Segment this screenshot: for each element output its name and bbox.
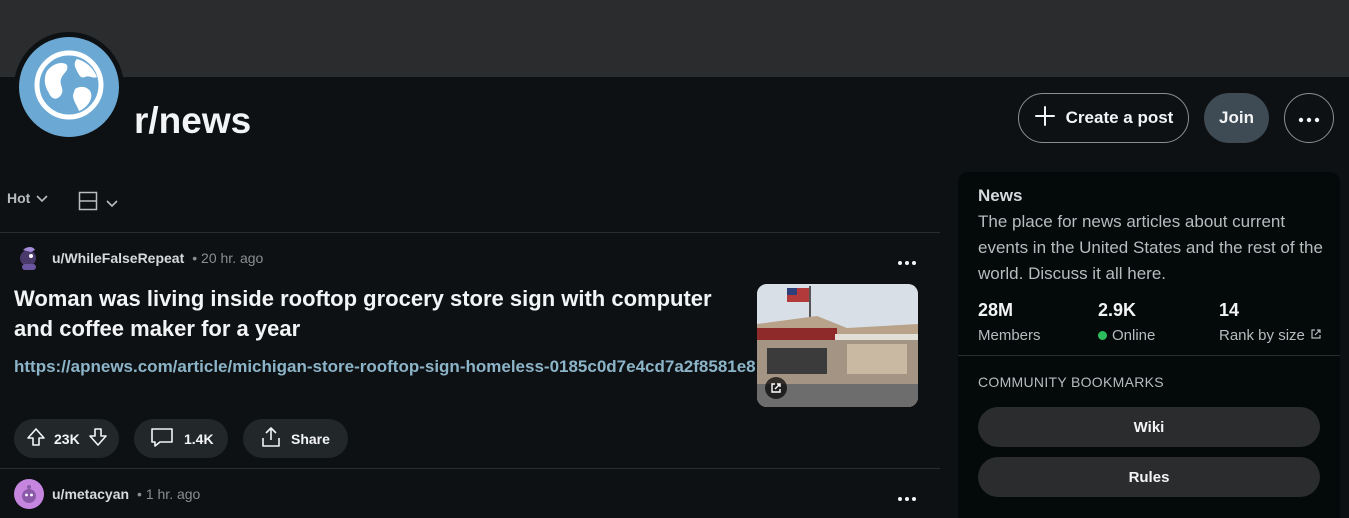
more-options-button[interactable] xyxy=(1284,93,1334,143)
community-sidebar: News The place for news articles about c… xyxy=(958,172,1340,518)
sort-label: Hot xyxy=(7,190,31,206)
stat-value: 14 xyxy=(1219,300,1240,320)
external-link-icon xyxy=(1310,327,1322,344)
post-options-button[interactable] xyxy=(897,482,917,508)
stat-label: Rank by size xyxy=(1219,327,1305,344)
community-name: r/news xyxy=(134,100,252,141)
feed-divider xyxy=(0,232,940,233)
chevron-down-icon xyxy=(106,195,118,213)
post-author[interactable]: u/WhileFalseRepeat xyxy=(52,250,184,266)
post-link[interactable]: https://apnews.com/article/michigan-stor… xyxy=(14,357,756,377)
create-post-label: Create a post xyxy=(1065,108,1174,127)
chevron-down-icon xyxy=(36,190,48,206)
post-options-button[interactable] xyxy=(897,246,917,272)
external-link-icon xyxy=(765,377,787,399)
post-time: • 20 hr. ago xyxy=(192,250,264,266)
create-post-button[interactable]: Create a post xyxy=(1018,93,1189,143)
stat-members: 28M Members xyxy=(978,300,1041,344)
avatar[interactable] xyxy=(14,479,44,509)
community-banner xyxy=(0,0,1349,77)
comment-count: 1.4K xyxy=(184,430,214,447)
comments-button[interactable]: 1.4K xyxy=(134,419,228,458)
more-horizontal-icon xyxy=(1298,108,1320,128)
stat-online: 2.9K Online xyxy=(1098,300,1155,344)
post-author[interactable]: u/metacyan xyxy=(52,486,129,502)
plus-icon xyxy=(1034,105,1056,132)
view-dropdown[interactable] xyxy=(78,191,118,216)
community-avatar xyxy=(14,32,124,142)
post-time: • 1 hr. ago xyxy=(137,486,201,502)
comment-icon xyxy=(150,426,174,451)
bookmark-wiki-button[interactable]: Wiki xyxy=(978,407,1320,447)
globe-icon xyxy=(33,49,105,126)
sidebar-description: The place for news articles about curren… xyxy=(978,212,1323,283)
sort-dropdown[interactable]: Hot xyxy=(7,190,48,206)
stat-value: 28M xyxy=(978,300,1014,320)
bookmarks-heading: COMMUNITY BOOKMARKS xyxy=(978,374,1164,390)
bookmark-rules-button[interactable]: Rules xyxy=(978,457,1320,497)
stat-label: Members xyxy=(978,327,1041,344)
post-meta: u/metacyan • 1 hr. ago xyxy=(14,479,200,509)
join-button[interactable]: Join xyxy=(1204,93,1269,143)
post-meta: u/WhileFalseRepeat • 20 hr. ago xyxy=(14,243,263,273)
avatar[interactable] xyxy=(14,243,44,273)
post-title[interactable]: Woman was living inside rooftop grocery … xyxy=(14,284,754,344)
downvote-icon[interactable] xyxy=(88,427,108,450)
upvote-icon[interactable] xyxy=(26,427,46,450)
share-button[interactable]: Share xyxy=(243,419,348,458)
vote-count: 23K xyxy=(54,430,80,447)
share-label: Share xyxy=(291,430,330,447)
sidebar-divider xyxy=(958,355,1340,356)
sidebar-title: News xyxy=(978,186,1023,205)
share-icon xyxy=(259,425,283,452)
post-thumbnail[interactable] xyxy=(757,284,918,407)
post-divider xyxy=(0,468,940,469)
layout-card-icon xyxy=(78,191,98,216)
stat-label: Online xyxy=(1112,327,1156,344)
vote-bar: 23K xyxy=(14,419,119,458)
stat-rank[interactable]: 14 Rank by size xyxy=(1219,300,1322,344)
stat-value: 2.9K xyxy=(1098,300,1137,320)
online-dot-icon xyxy=(1098,331,1107,340)
